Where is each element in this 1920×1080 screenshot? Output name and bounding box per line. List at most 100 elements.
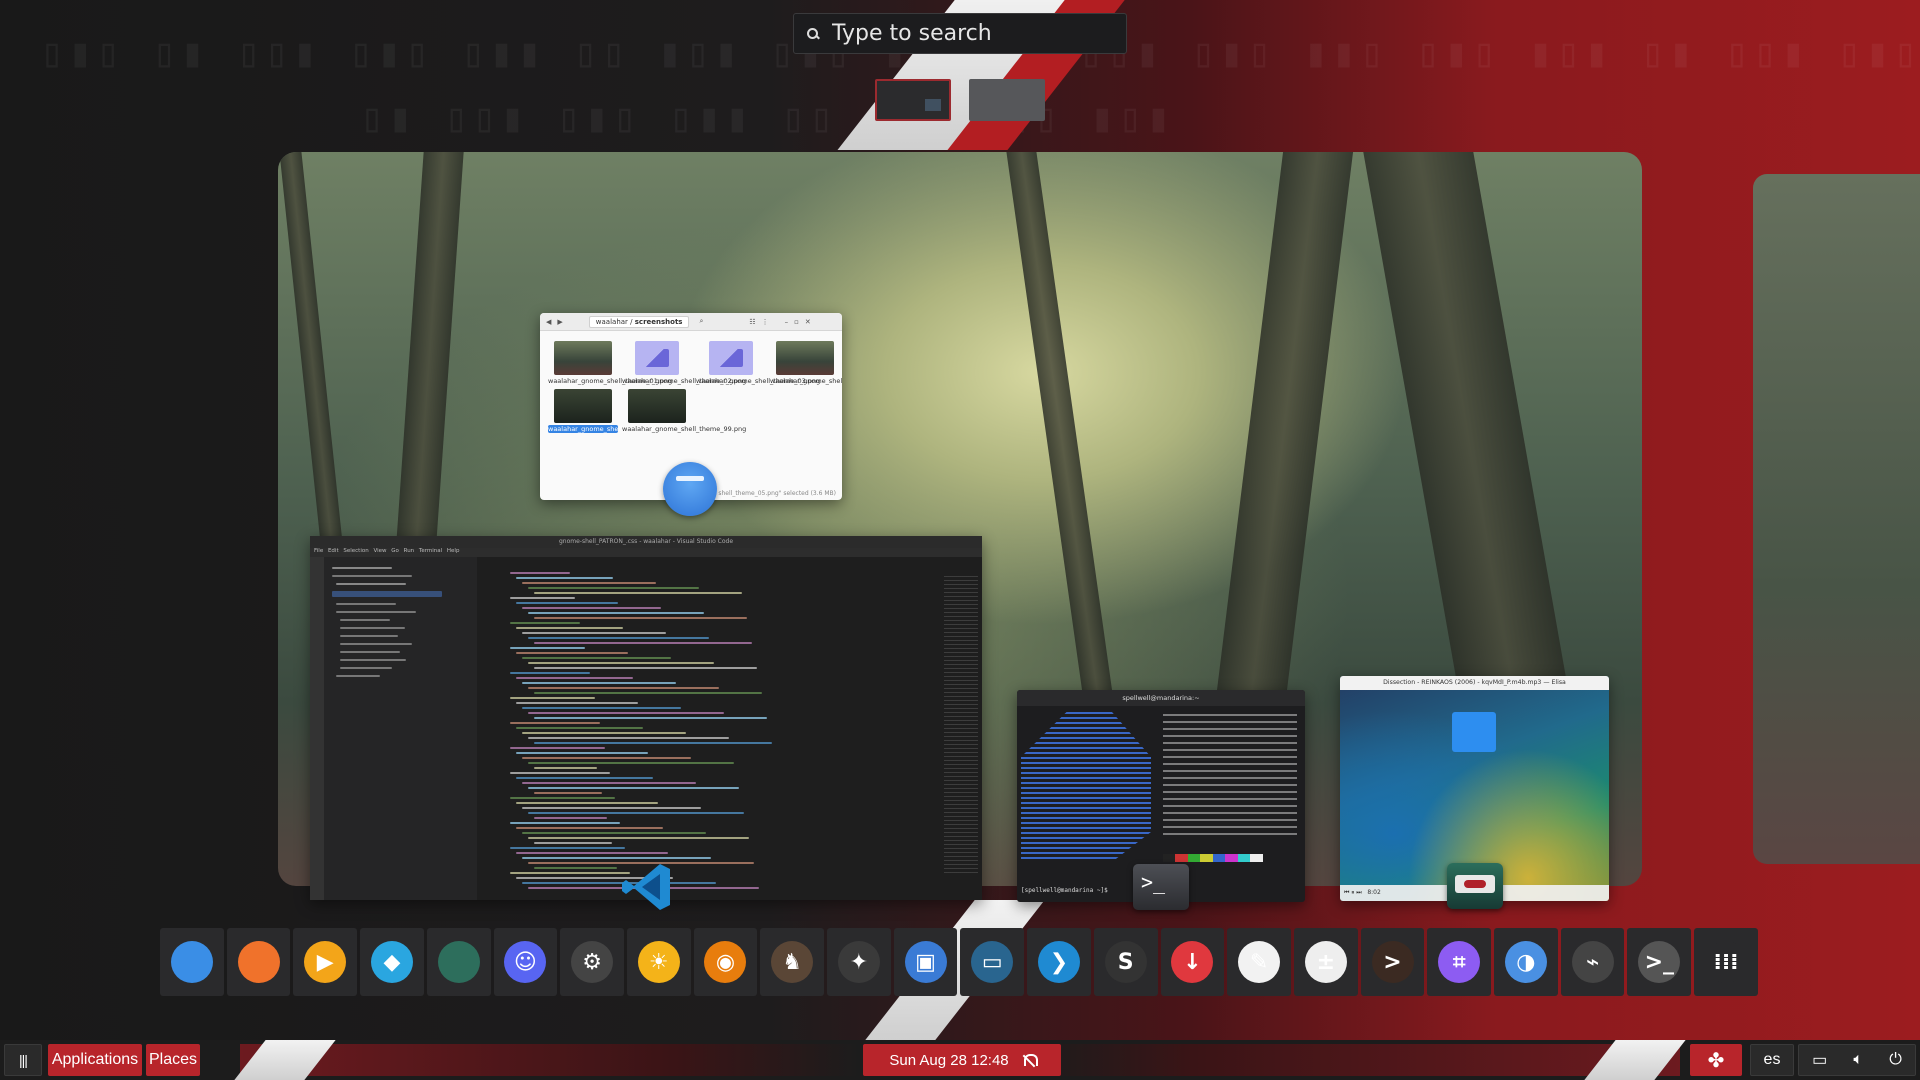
dock-item[interactable]: ⁞⁞⁞: [1694, 928, 1758, 996]
dock-item[interactable]: ⌗: [1427, 928, 1492, 996]
file-item[interactable]: waalahar_gnome_shell_theme_02.png: [620, 341, 746, 385]
inkscape-icon: ✦: [837, 941, 880, 983]
code-line: [510, 597, 575, 599]
code-line: [522, 682, 676, 684]
code-line: [528, 612, 704, 614]
file-item[interactable]: waalahar_gnome_shell_theme_01.png: [546, 341, 672, 385]
view-icon[interactable]: ☷: [749, 318, 755, 326]
code-line: [534, 592, 742, 594]
dock-item[interactable]: ❯: [1027, 928, 1091, 996]
notifications-muted-icon: [1023, 1053, 1038, 1067]
track-time: 8:02: [1367, 889, 1381, 896]
code-line: [516, 752, 648, 754]
blender-icon: ◉: [704, 941, 747, 983]
code-line: [522, 732, 686, 734]
file-thumbnail: [554, 389, 612, 423]
dock-item[interactable]: ♞: [760, 928, 825, 996]
code-line: [528, 812, 744, 814]
dock-item[interactable]: ⚙: [560, 928, 624, 996]
code-line: [510, 797, 615, 799]
search-input[interactable]: [832, 21, 1102, 46]
file-item[interactable]: waalahar_gnome_shell_theme_03.png: [694, 341, 820, 385]
search-icon[interactable]: ⌕: [699, 317, 703, 326]
dock-item[interactable]: [426, 928, 491, 996]
workspace-thumbnail-1[interactable]: [875, 79, 951, 121]
dock-item[interactable]: >: [1360, 928, 1425, 996]
code-line: [522, 607, 661, 609]
file-item[interactable]: waalahar_gnome_shell_theme_99.png: [620, 389, 746, 433]
dock-item[interactable]: ◑: [1494, 928, 1558, 996]
extensions-button[interactable]: ✤: [1690, 1044, 1742, 1076]
maximize-icon[interactable]: ▫: [794, 318, 799, 326]
terminal-icon: >_: [1638, 941, 1681, 983]
blue-circle-app-icon: [170, 941, 213, 983]
search-bar[interactable]: [793, 13, 1127, 54]
tree-line: [340, 667, 392, 669]
clock-label: Sun Aug 28 12:48: [889, 1051, 1009, 1069]
display-icon: ▭: [1812, 1052, 1828, 1069]
window-thumbnail: [925, 99, 941, 111]
code-line: [522, 882, 716, 884]
close-icon[interactable]: ✕: [805, 318, 811, 326]
dock-item[interactable]: ↓: [1160, 928, 1225, 996]
code-line: [522, 757, 691, 759]
vscode-icon: ❯: [1037, 941, 1080, 983]
dock-item[interactable]: [160, 928, 224, 996]
forward-icon[interactable]: ▶: [557, 318, 562, 326]
dock-item[interactable]: ▭: [960, 928, 1025, 996]
file-item[interactable]: waalahar_gnome_shell_theme_04.png: [768, 341, 842, 385]
file-item-selected[interactable]: waalahar_gnome_shell_theme_05.png: [546, 389, 672, 433]
file-label: waalahar_gnome_shell_theme_04.png: [770, 377, 842, 385]
code-line: [534, 642, 752, 644]
steam-icon: ⚙: [571, 941, 614, 983]
dock-item[interactable]: ◉: [693, 928, 758, 996]
code-line: [528, 637, 709, 639]
file-grid: waalahar_gnome_shell_theme_01.png waalah…: [540, 331, 842, 443]
applications-menu-button[interactable]: Applications: [48, 1044, 142, 1076]
dock-item[interactable]: ▶: [293, 928, 358, 996]
workspace-preview-next[interactable]: [1753, 174, 1920, 864]
dock-item[interactable]: ✦: [827, 928, 891, 996]
code-editor-window[interactable]: gnome-shell_PATRON_.css - waalahar - Vis…: [310, 536, 982, 900]
system-info: [1163, 714, 1297, 840]
bottom-panel: ||| Applications Places Sun Aug 28 12:48…: [0, 1040, 1920, 1080]
code-line: [534, 717, 767, 719]
system-menu-button[interactable]: ▭ 🔈︎ ⏻: [1798, 1044, 1916, 1076]
workspace-thumbnail-2[interactable]: [969, 79, 1045, 121]
code-line: [534, 842, 612, 844]
path-bar[interactable]: waalahar / screenshots: [588, 315, 690, 328]
code-line: [528, 662, 714, 664]
activity-bar[interactable]: [310, 557, 324, 900]
dock-item[interactable]: S: [1093, 928, 1158, 996]
power-icon: ⏻: [1889, 1051, 1902, 1068]
dock-item[interactable]: ☺: [493, 928, 558, 996]
activities-button[interactable]: |||: [4, 1044, 42, 1076]
code-line: [528, 787, 739, 789]
code-line: [534, 867, 617, 869]
menu-icon[interactable]: ⋮: [762, 318, 769, 326]
disk-utility-icon: ◑: [1504, 941, 1547, 983]
dock-item[interactable]: [226, 928, 291, 996]
minimize-icon[interactable]: –: [785, 318, 789, 326]
code-line: [516, 577, 613, 579]
path-parent[interactable]: waalahar: [596, 318, 628, 326]
path-current[interactable]: screenshots: [635, 318, 683, 326]
dock-item[interactable]: ⌁: [1560, 928, 1625, 996]
explorer-sidebar[interactable]: [310, 557, 477, 900]
dock-item[interactable]: ▣: [893, 928, 958, 996]
back-icon[interactable]: ◀: [546, 318, 551, 326]
code-line: [534, 667, 757, 669]
dock-item[interactable]: ±: [1293, 928, 1358, 996]
dock-item[interactable]: ◆: [360, 928, 424, 996]
places-menu-button[interactable]: Places: [146, 1044, 200, 1076]
menu-bar[interactable]: File Edit Selection View Go Run Terminal…: [310, 548, 982, 557]
code-line: [534, 767, 597, 769]
code-line: [534, 742, 772, 744]
simplenote-icon: S: [1104, 941, 1147, 983]
dock-item[interactable]: ☀: [626, 928, 691, 996]
keyboard-layout-button[interactable]: es: [1750, 1044, 1794, 1076]
dock-item[interactable]: ✎: [1227, 928, 1291, 996]
clock-button[interactable]: Sun Aug 28 12:48: [863, 1044, 1061, 1076]
dock-item[interactable]: >_: [1627, 928, 1692, 996]
minimap[interactable]: [944, 576, 978, 876]
